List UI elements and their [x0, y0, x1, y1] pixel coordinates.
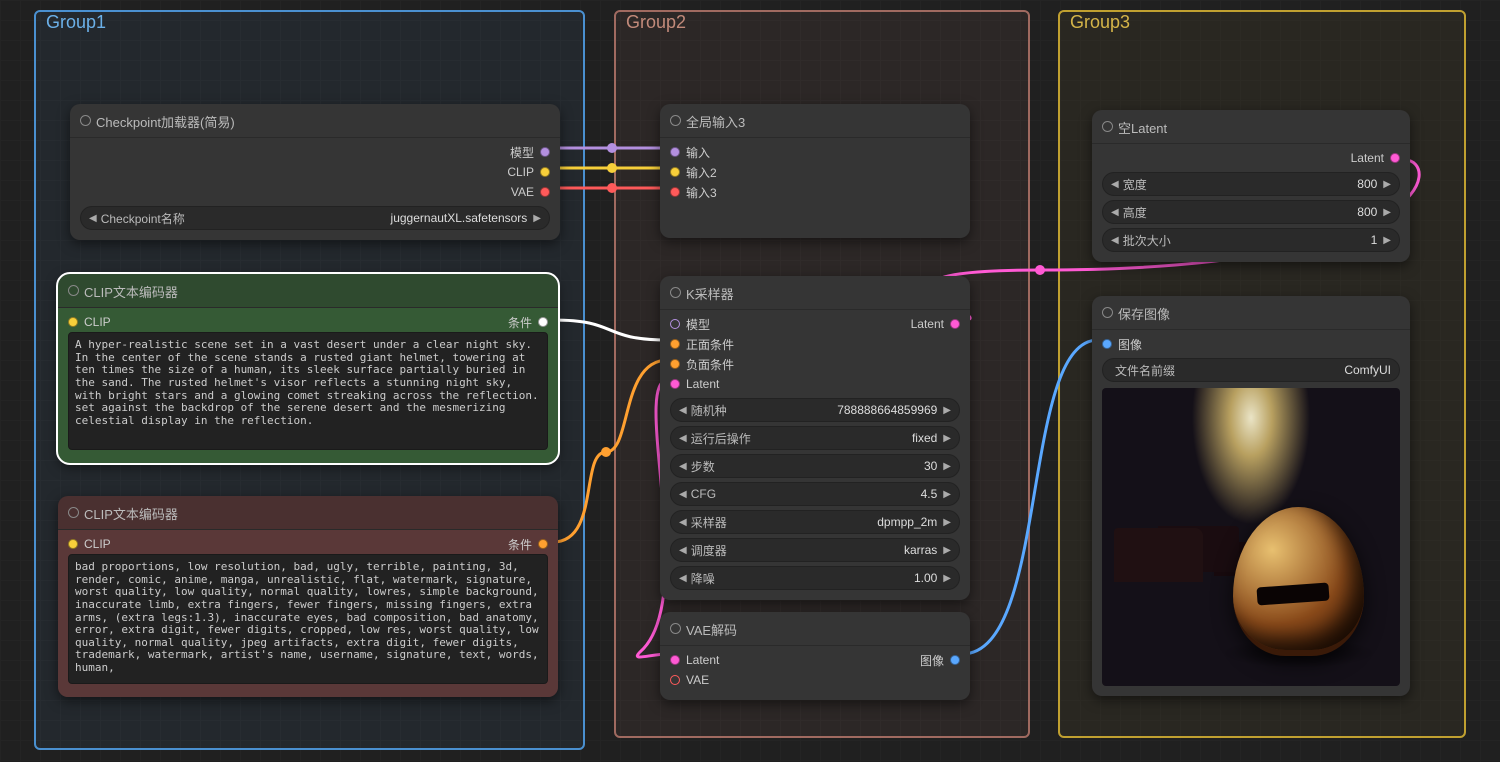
checkpoint-widget-label: Checkpoint名称	[97, 210, 185, 227]
ksampler-out-latent: Latent	[911, 317, 944, 331]
global-in-2: 输入2	[686, 164, 717, 181]
vae-decode-in-vae: VAE	[686, 673, 709, 687]
ksampler-title: K采样器	[660, 276, 970, 309]
node-clip-positive[interactable]: CLIP文本编码器 CLIP 条件	[58, 274, 558, 463]
chevron-right-icon[interactable]: ▶	[1377, 207, 1391, 218]
save-image-in: 图像	[1118, 336, 1142, 353]
ksampler-widget-0[interactable]: ◀随机种788888664859969▶	[670, 398, 960, 422]
chevron-right-icon[interactable]: ▶	[937, 489, 951, 500]
latent-widget-1[interactable]: ◀高度800▶	[1102, 200, 1400, 224]
global-in-title: 全局输入3	[660, 104, 970, 137]
clip-neg-out: 条件	[508, 536, 532, 553]
vae-decode-out-img: 图像	[920, 652, 944, 669]
ksampler-widget-3[interactable]: ◀CFG4.5▶	[670, 482, 960, 506]
clip-pos-in: CLIP	[84, 315, 111, 329]
clip-pos-title: CLIP文本编码器	[58, 274, 558, 307]
node-empty-latent[interactable]: 空Latent Latent ◀宽度800▶ ◀高度800▶ ◀批次大小1▶	[1092, 110, 1410, 262]
group3-title: Group3	[1066, 10, 1134, 35]
checkpoint-out-clip: CLIP	[507, 165, 534, 179]
filename-prefix-value: ComfyUI	[1344, 363, 1391, 377]
group2-title: Group2	[622, 10, 690, 35]
chevron-right-icon[interactable]: ▶	[937, 461, 951, 472]
checkpoint-title: Checkpoint加载器(简易)	[70, 104, 560, 137]
vae-decode-title: VAE解码	[660, 612, 970, 645]
chevron-left-icon[interactable]: ◀	[679, 461, 687, 472]
chevron-left-icon[interactable]: ◀	[1111, 207, 1119, 218]
chevron-left-icon[interactable]: ◀	[1111, 235, 1119, 246]
save-image-title: 保存图像	[1092, 296, 1410, 329]
chevron-right-icon[interactable]: ▶	[527, 213, 541, 224]
vae-decode-in-latent: Latent	[686, 653, 719, 667]
ksampler-widget-1[interactable]: ◀运行后操作fixed▶	[670, 426, 960, 450]
global-in-1: 输入	[686, 144, 710, 161]
global-in-3: 输入3	[686, 184, 717, 201]
chevron-right-icon[interactable]: ▶	[937, 545, 951, 556]
node-checkpoint-loader[interactable]: Checkpoint加载器(简易) 模型 CLIP VAE ◀ Checkpoi…	[70, 104, 560, 240]
ksampler-widget-4[interactable]: ◀采样器dpmpp_2m▶	[670, 510, 960, 534]
chevron-left-icon[interactable]: ◀	[89, 213, 97, 224]
ksampler-in-model: 模型	[686, 316, 710, 333]
checkpoint-out-model: 模型	[510, 144, 534, 161]
chevron-left-icon[interactable]: ◀	[679, 517, 687, 528]
clip-neg-in: CLIP	[84, 537, 111, 551]
checkpoint-name-widget[interactable]: ◀ Checkpoint名称 juggernautXL.safetensors …	[80, 206, 550, 230]
clip-neg-title: CLIP文本编码器	[58, 496, 558, 529]
output-preview-image	[1102, 388, 1400, 686]
ksampler-widget-5[interactable]: ◀调度器karras▶	[670, 538, 960, 562]
empty-latent-title: 空Latent	[1092, 110, 1410, 143]
ksampler-in-neg: 负面条件	[686, 356, 734, 373]
checkpoint-out-vae: VAE	[511, 185, 534, 199]
filename-prefix-label: 文件名前缀	[1111, 362, 1175, 379]
clip-pos-text[interactable]	[68, 332, 548, 450]
clip-pos-out: 条件	[508, 314, 532, 331]
ksampler-widget-2[interactable]: ◀步数30▶	[670, 454, 960, 478]
chevron-right-icon[interactable]: ▶	[937, 433, 951, 444]
latent-widget-2[interactable]: ◀批次大小1▶	[1102, 228, 1400, 252]
chevron-left-icon[interactable]: ◀	[679, 433, 687, 444]
filename-prefix-widget[interactable]: 文件名前缀 ComfyUI	[1102, 358, 1400, 382]
empty-latent-out: Latent	[1351, 151, 1384, 165]
chevron-right-icon[interactable]: ▶	[1377, 235, 1391, 246]
chevron-left-icon[interactable]: ◀	[679, 489, 687, 500]
node-ksampler[interactable]: K采样器 模型 Latent 正面条件 负面条件 Latent ◀随机种7888…	[660, 276, 970, 600]
chevron-right-icon[interactable]: ▶	[937, 517, 951, 528]
chevron-right-icon[interactable]: ▶	[937, 573, 951, 584]
group1-title: Group1	[42, 10, 110, 35]
ksampler-widget-6[interactable]: ◀降噪1.00▶	[670, 566, 960, 590]
node-save-image[interactable]: 保存图像 图像 文件名前缀 ComfyUI	[1092, 296, 1410, 696]
checkpoint-widget-value: juggernautXL.safetensors	[391, 211, 528, 225]
latent-widget-0[interactable]: ◀宽度800▶	[1102, 172, 1400, 196]
chevron-left-icon[interactable]: ◀	[679, 573, 687, 584]
chevron-left-icon[interactable]: ◀	[1111, 179, 1119, 190]
ksampler-in-latent: Latent	[686, 377, 719, 391]
ksampler-in-pos: 正面条件	[686, 336, 734, 353]
chevron-left-icon[interactable]: ◀	[679, 545, 687, 556]
chevron-right-icon[interactable]: ▶	[1377, 179, 1391, 190]
node-vae-decode[interactable]: VAE解码 Latent 图像 VAE	[660, 612, 970, 700]
clip-neg-text[interactable]	[68, 554, 548, 684]
node-global-inputs[interactable]: 全局输入3 输入 输入2 输入3	[660, 104, 970, 238]
chevron-right-icon[interactable]: ▶	[937, 405, 951, 416]
node-clip-negative[interactable]: CLIP文本编码器 CLIP 条件	[58, 496, 558, 697]
chevron-left-icon[interactable]: ◀	[679, 405, 687, 416]
